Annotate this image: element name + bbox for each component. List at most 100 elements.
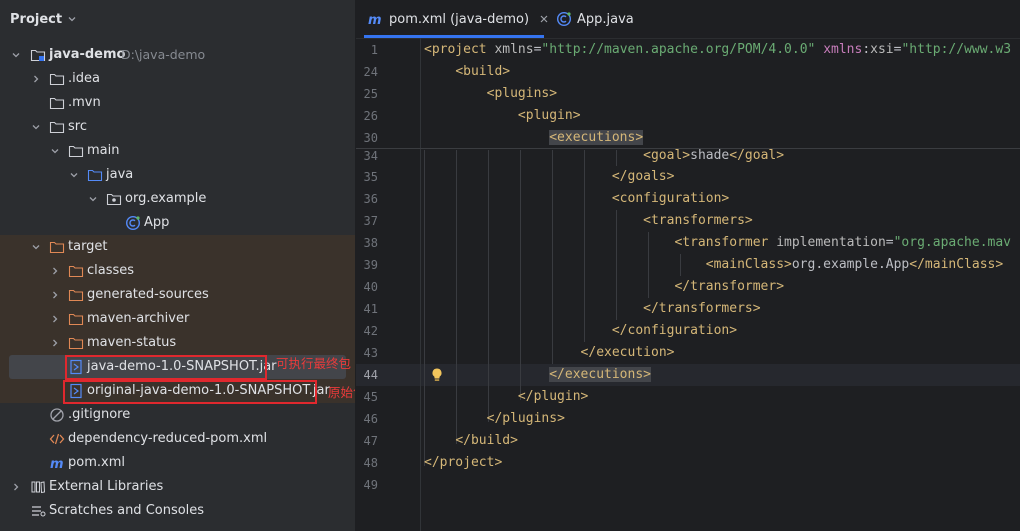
tree-item-label: Scratches and Consoles (49, 503, 205, 518)
line-number: 25 (363, 87, 378, 101)
tree-item-label: main (87, 143, 120, 158)
chevron-down-icon[interactable] (67, 14, 77, 24)
chevron-right-icon[interactable] (30, 73, 42, 85)
line-number: 38 (363, 236, 378, 250)
tree-item-label: pom.xml (68, 455, 125, 470)
tab-app-java[interactable]: App.java (556, 0, 634, 38)
svg-text:m: m (368, 13, 382, 27)
tree-item-label: .mvn (68, 95, 101, 110)
package-icon (106, 193, 122, 206)
chevron-right-icon[interactable] (49, 289, 61, 301)
tree-item-label: External Libraries (49, 479, 164, 494)
chevron-right-icon[interactable] (49, 313, 61, 325)
folder-icon (49, 121, 65, 134)
chevron-down-icon[interactable] (10, 49, 22, 61)
svg-text:m: m (50, 457, 64, 471)
code-line[interactable]: </transformer> (424, 276, 784, 298)
chevron-right-icon[interactable] (49, 265, 61, 277)
line-number: 45 (363, 390, 378, 404)
line-number: 40 (363, 280, 378, 294)
folder-icon (49, 73, 65, 86)
code-line[interactable]: </execution> (424, 342, 675, 364)
code-line[interactable]: </build> (424, 430, 518, 452)
tree-item-app[interactable]: App (0, 211, 355, 235)
line-number: 1 (370, 43, 378, 57)
module-folder-icon (30, 49, 46, 62)
tree-item-idea[interactable]: .idea (0, 67, 355, 91)
tree-item-org-example[interactable]: org.example (0, 187, 355, 211)
line-number: 35 (363, 170, 378, 184)
line-number: 42 (363, 324, 378, 338)
line-number: 26 (363, 109, 378, 123)
tab-label: App.java (577, 11, 634, 27)
tree-item-label: App (144, 215, 170, 230)
code-line[interactable]: <transformer implementation="org.apache.… (424, 232, 1011, 254)
tree-item-maven-status[interactable]: maven-status (0, 331, 355, 355)
chevron-right-icon[interactable] (10, 481, 22, 493)
tree-item-pom-xml[interactable]: m pom.xml (0, 451, 355, 475)
line-number: 49 (363, 478, 378, 492)
folder-icon (49, 97, 65, 110)
project-panel-title[interactable]: Project (10, 12, 62, 27)
tree-item-external-libraries[interactable]: External Libraries (0, 475, 355, 499)
excluded-folder-icon (68, 289, 84, 302)
code-line[interactable]: <plugin> (424, 105, 581, 127)
code-line[interactable]: </configuration> (424, 320, 737, 342)
tree-item-classes[interactable]: classes (0, 259, 355, 283)
code-line-current[interactable]: </executions> (424, 364, 651, 386)
tree-item-target[interactable]: target (0, 235, 355, 259)
project-tool-window: Project java-demo D:\java-demo .idea .mv… (0, 0, 355, 531)
tree-item-java[interactable]: java (0, 163, 355, 187)
code-line[interactable]: </project> (424, 452, 502, 474)
close-icon[interactable] (539, 14, 549, 24)
tree-item-mvn[interactable]: .mvn (0, 91, 355, 115)
tree-item-java-demo[interactable]: java-demo D:\java-demo (0, 43, 355, 67)
code-line[interactable]: </plugin> (424, 386, 588, 408)
tab-label: pom.xml (java-demo) (389, 11, 530, 27)
line-number: 24 (363, 65, 378, 79)
tree-item-label: java (106, 167, 134, 182)
code-line[interactable]: </goals> (424, 166, 675, 188)
folder-icon (68, 145, 84, 158)
chevron-down-icon[interactable] (30, 241, 42, 253)
tree-item-generated-sources[interactable]: generated-sources (0, 283, 355, 307)
code-line[interactable]: <configuration> (424, 188, 729, 210)
active-tab-indicator (364, 35, 544, 38)
tree-item-label: .gitignore (68, 407, 131, 422)
gitignore-icon (50, 408, 64, 422)
tree-item-label: maven-archiver (87, 311, 190, 326)
tree-item-label: maven-status (87, 335, 177, 350)
code-line[interactable]: <build> (424, 61, 510, 83)
tree-item-src[interactable]: src (0, 115, 355, 139)
code-line[interactable]: </transformers> (424, 298, 760, 320)
code-line[interactable]: <transformers> (424, 210, 753, 232)
excluded-folder-icon (68, 265, 84, 278)
tree-item-dependency-reduced-pom[interactable]: dependency-reduced-pom.xml (0, 427, 355, 451)
line-number: 47 (363, 434, 378, 448)
executable-jar-highlight (65, 355, 267, 380)
tree-item-main[interactable]: main (0, 139, 355, 163)
chevron-right-icon[interactable] (49, 337, 61, 349)
code-line[interactable]: <goal>shade</goal> (424, 145, 784, 167)
chevron-down-icon[interactable] (30, 121, 42, 133)
excluded-folder-icon (49, 241, 65, 254)
code-line[interactable]: <project xmlns="http://maven.apache.org/… (424, 39, 1011, 61)
excluded-folder-icon (68, 337, 84, 350)
code-line[interactable]: <mainClass>org.example.App</mainClass> (424, 254, 1003, 276)
line-number: 36 (363, 192, 378, 206)
libraries-icon (31, 481, 46, 494)
tree-item-gitignore[interactable]: .gitignore (0, 403, 355, 427)
chevron-down-icon[interactable] (68, 169, 80, 181)
tree-item-label: classes (87, 263, 135, 278)
line-number: 39 (363, 258, 378, 272)
tab-pom-xml[interactable]: m pom.xml (java-demo) (368, 0, 549, 38)
tree-item-maven-archiver[interactable]: maven-archiver (0, 307, 355, 331)
line-number: 41 (363, 302, 378, 316)
chevron-down-icon[interactable] (87, 193, 99, 205)
line-number-current: 44 (363, 368, 378, 382)
code-line[interactable]: </plugins> (424, 408, 565, 430)
tree-item-scratches[interactable]: Scratches and Consoles (0, 499, 355, 523)
chevron-down-icon[interactable] (49, 145, 61, 157)
project-panel-header[interactable]: Project (10, 10, 77, 28)
code-line[interactable]: <plugins> (424, 83, 557, 105)
